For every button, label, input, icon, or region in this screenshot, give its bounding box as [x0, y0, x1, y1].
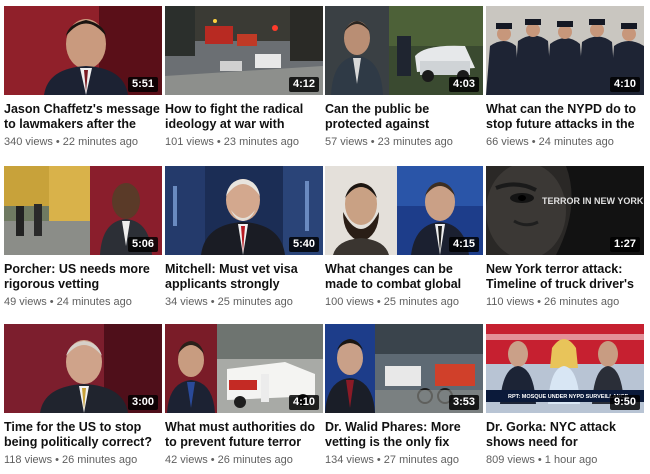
- duration-badge: 3:00: [127, 395, 158, 410]
- upload-age: 24 minutes ago: [56, 296, 132, 308]
- video-meta: 101 views • 23 minutes ago: [165, 136, 323, 149]
- view-count: 49 views: [4, 296, 47, 308]
- meta-separator: •: [370, 136, 375, 148]
- video-meta: 809 views • 1 hour ago: [486, 454, 644, 467]
- video-meta: 49 views • 24 minutes ago: [4, 296, 162, 309]
- duration-badge: 5:40: [288, 237, 319, 252]
- upload-age: 25 minutes ago: [217, 296, 293, 308]
- duration-badge: 9:50: [609, 395, 640, 410]
- video-thumbnail[interactable]: 4:10: [486, 6, 644, 95]
- video-meta: 100 views • 25 minutes ago: [325, 296, 483, 309]
- video-card[interactable]: 5:51 Jason Chaffetz's message to lawmake…: [4, 6, 162, 149]
- meta-separator: •: [531, 136, 536, 148]
- upload-age: 26 minutes ago: [61, 454, 138, 466]
- view-count: 134 views: [325, 454, 374, 466]
- terror-banner-text: TERROR IN NEW YORK CITY: [542, 196, 644, 206]
- view-count: 118 views: [4, 454, 53, 466]
- video-thumbnail[interactable]: 4:15: [325, 166, 483, 255]
- meta-separator: •: [210, 296, 215, 308]
- video-thumbnail[interactable]: 3:00: [4, 324, 162, 413]
- view-count: 809 views: [486, 454, 535, 466]
- upload-age: 26 minutes ago: [217, 454, 293, 466]
- video-card[interactable]: 5:06 Porcher: US needs more rigorous vet…: [4, 166, 162, 309]
- video-grid: 5:51 Jason Chaffetz's message to lawmake…: [0, 0, 650, 474]
- video-card[interactable]: 3:53 Dr. Walid Phares: More vetting is t…: [325, 324, 483, 467]
- video-thumbnail[interactable]: 4:10: [165, 324, 323, 413]
- video-meta: 34 views • 25 minutes ago: [165, 296, 323, 309]
- video-title[interactable]: Dr. Gorka: NYC attack shows need for imm…: [486, 420, 644, 450]
- meta-separator: •: [376, 454, 381, 466]
- video-card[interactable]: 4:12 How to fight the radical ideology a…: [165, 6, 323, 149]
- video-card[interactable]: 3:00 Time for the US to stop being polit…: [4, 324, 162, 467]
- view-count: 34 views: [165, 296, 208, 308]
- video-thumbnail[interactable]: 5:51: [4, 6, 162, 95]
- duration-badge: 4:12: [288, 77, 319, 92]
- duration-badge: 4:15: [448, 237, 479, 252]
- video-title[interactable]: Dr. Walid Phares: More vetting is the on…: [325, 420, 483, 450]
- view-count: 42 views: [165, 454, 208, 466]
- video-title[interactable]: What can the NYPD do to stop future atta…: [486, 102, 644, 132]
- video-thumbnail[interactable]: RPT: MOSQUE UNDER NYPD SURVEILLANCE 9:50: [486, 324, 644, 413]
- duration-badge: 5:51: [127, 77, 158, 92]
- view-count: 340 views: [4, 136, 53, 148]
- video-title[interactable]: Can the public be protected against vehi…: [325, 102, 483, 132]
- video-meta: 57 views • 23 minutes ago: [325, 136, 483, 149]
- meta-separator: •: [216, 136, 221, 148]
- meta-separator: •: [376, 296, 381, 308]
- video-thumbnail[interactable]: 4:03: [325, 6, 483, 95]
- video-title[interactable]: What changes can be made to combat globa…: [325, 262, 483, 292]
- view-count: 110 views: [486, 296, 535, 308]
- duration-badge: 3:53: [448, 395, 479, 410]
- upload-age: 22 minutes ago: [62, 136, 138, 148]
- meta-separator: •: [537, 296, 541, 308]
- upload-age: 23 minutes ago: [377, 136, 453, 148]
- video-card[interactable]: 5:40 Mitchell: Must vet visa applicants …: [165, 166, 323, 309]
- upload-age: 24 minutes ago: [538, 136, 614, 148]
- meta-separator: •: [49, 296, 54, 308]
- video-meta: 118 views • 26 minutes ago: [4, 454, 162, 467]
- meta-separator: •: [210, 454, 215, 466]
- video-card[interactable]: 4:10 What can the NYPD do to stop future…: [486, 6, 644, 149]
- duration-badge: 1:27: [609, 237, 640, 252]
- duration-badge: 4:10: [609, 77, 640, 92]
- upload-age: 26 minutes ago: [543, 296, 620, 308]
- video-title[interactable]: Time for the US to stop being politicall…: [4, 420, 162, 450]
- video-title[interactable]: New York terror attack: Timeline of truc…: [486, 262, 644, 292]
- video-title[interactable]: Jason Chaffetz's message to lawmakers af…: [4, 102, 162, 132]
- video-title[interactable]: How to fight the radical ideology at war…: [165, 102, 323, 132]
- duration-badge: 5:06: [127, 237, 158, 252]
- video-meta: 42 views • 26 minutes ago: [165, 454, 323, 467]
- video-meta: 66 views • 24 minutes ago: [486, 136, 644, 149]
- meta-separator: •: [55, 454, 59, 466]
- upload-age: 23 minutes ago: [223, 136, 299, 148]
- video-thumbnail[interactable]: TERROR IN NEW YORK CITY 1:27: [486, 166, 644, 255]
- video-thumbnail[interactable]: 4:12: [165, 6, 323, 95]
- video-title[interactable]: What must authorities do to prevent futu…: [165, 420, 323, 450]
- video-card[interactable]: 4:03 Can the public be protected against…: [325, 6, 483, 149]
- meta-separator: •: [537, 454, 542, 466]
- duration-badge: 4:10: [288, 395, 319, 410]
- video-meta: 340 views • 22 minutes ago: [4, 136, 162, 149]
- video-thumbnail[interactable]: 5:40: [165, 166, 323, 255]
- view-count: 57 views: [325, 136, 368, 148]
- video-card[interactable]: 4:10 What must authorities do to prevent…: [165, 324, 323, 467]
- upload-age: 27 minutes ago: [383, 454, 459, 466]
- duration-badge: 4:03: [448, 77, 479, 92]
- upload-age: 25 minutes ago: [383, 296, 459, 308]
- view-count: 100 views: [325, 296, 374, 308]
- meta-separator: •: [55, 136, 60, 148]
- view-count: 101 views: [165, 136, 214, 148]
- video-meta: 110 views • 26 minutes ago: [486, 296, 644, 309]
- video-card[interactable]: 4:15 What changes can be made to combat …: [325, 166, 483, 309]
- video-thumbnail[interactable]: 3:53: [325, 324, 483, 413]
- video-thumbnail[interactable]: 5:06: [4, 166, 162, 255]
- video-meta: 134 views • 27 minutes ago: [325, 454, 483, 467]
- upload-age: 1 hour ago: [544, 454, 598, 466]
- video-title[interactable]: Porcher: US needs more rigorous vetting: [4, 262, 162, 292]
- video-card[interactable]: TERROR IN NEW YORK CITY 1:27 New York te…: [486, 166, 644, 309]
- video-card[interactable]: RPT: MOSQUE UNDER NYPD SURVEILLANCE 9:50…: [486, 324, 644, 467]
- view-count: 66 views: [486, 136, 529, 148]
- video-title[interactable]: Mitchell: Must vet visa applicants stron…: [165, 262, 323, 292]
